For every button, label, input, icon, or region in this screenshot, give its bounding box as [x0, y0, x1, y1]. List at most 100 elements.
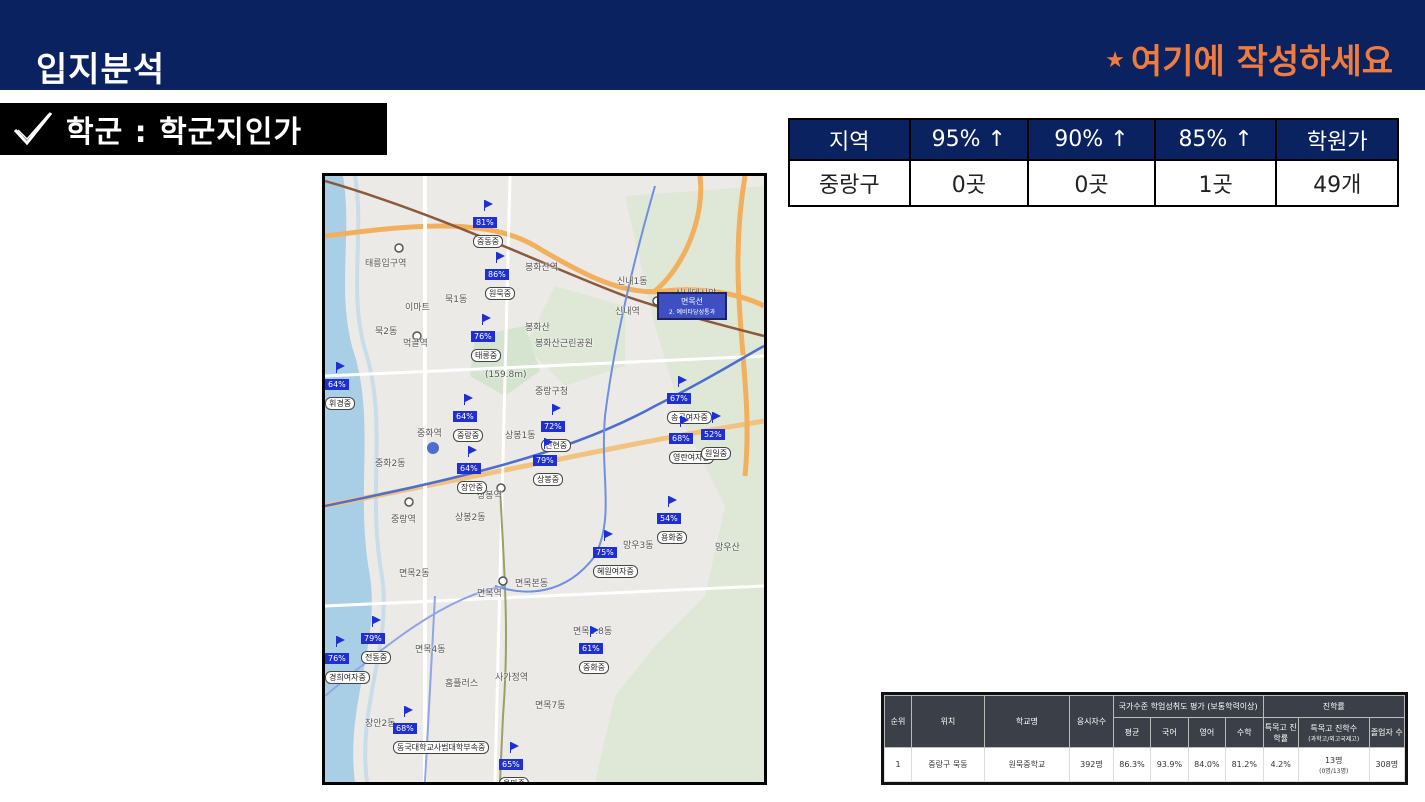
- summary-data-row: 중랑구 0곳 0곳 1곳 49개: [788, 159, 1399, 207]
- detail-cell: 4.2%: [1262, 747, 1299, 782]
- slide: 입지분석 ★ 여기에 작성하세요 학군 : 학군지인가 지역 95% ↑ 90% …: [0, 0, 1425, 802]
- school-badge-percent: 76%: [471, 331, 495, 342]
- school-badge[interactable]: 61% 중화중: [579, 626, 610, 674]
- detail-cell-text: 13명: [1324, 755, 1343, 765]
- school-badge-percent: 61%: [579, 643, 603, 654]
- school-badge-name: 휘경중: [325, 397, 356, 410]
- flag-icon: [469, 446, 477, 454]
- callout-line-name: 면목선: [680, 297, 704, 306]
- school-badge-percent: 75%: [593, 547, 617, 558]
- school-badge[interactable]: 86% 원묵중: [485, 252, 516, 300]
- detail-header-cell: 특목고 진학률: [1262, 717, 1299, 748]
- flag-icon: [337, 636, 345, 644]
- school-badge[interactable]: 64% 장안중: [457, 446, 488, 494]
- flag-icon: [485, 200, 493, 208]
- write-here-text: 여기에 작성하세요: [1130, 42, 1393, 82]
- map-place-label: 먹골역: [403, 339, 428, 349]
- summary-cell: 중랑구: [788, 159, 911, 207]
- school-badge[interactable]: 68% 동국대학교사범대학부속중: [393, 706, 490, 754]
- school-badge[interactable]: 52% 원일중: [701, 412, 732, 460]
- detail-cell: 93.9%: [1150, 747, 1189, 782]
- detail-header-cell: 특목고 진학수 (과학고/외고국제고): [1297, 717, 1370, 748]
- detail-header-cell: 국가수준 학업성취도 평가 (보통학력이상): [1112, 695, 1264, 718]
- school-badge-percent: 68%: [669, 433, 693, 444]
- school-badge[interactable]: 75% 혜원여자중: [593, 530, 638, 578]
- school-badge[interactable]: 79% 상봉중: [533, 438, 564, 486]
- school-badge-percent: 52%: [701, 429, 725, 440]
- school-badge-percent: 79%: [533, 455, 557, 466]
- school-badge[interactable]: 76% 경희여자중: [325, 636, 370, 684]
- map-place-label: 묵2동: [375, 327, 398, 337]
- school-badge-name: 상봉중: [533, 473, 564, 486]
- flag-icon: [679, 376, 687, 384]
- school-badge-name: 원묵중: [485, 287, 516, 300]
- detail-header-cell: 영어: [1187, 717, 1227, 748]
- school-badge-percent: 86%: [485, 269, 509, 280]
- detail-cell: 86.3%: [1112, 747, 1152, 782]
- map-place-label: 중랑역: [391, 515, 416, 525]
- summary-header-cell: 85% ↑: [1153, 118, 1278, 161]
- detail-header-cell: 응시자수: [1069, 695, 1114, 748]
- table-row: 1 중랑구 묵동 원묵중학교 392명 86.3% 93.9% 84.0% 81…: [883, 747, 1406, 782]
- detail-cell-subtext: (0명/13명): [1319, 767, 1349, 775]
- detail-header-cell: 수학: [1225, 717, 1264, 748]
- map-place-label: 봉화산근린공원: [535, 339, 593, 349]
- school-badge-percent: 67%: [667, 393, 691, 404]
- map-place-label: 중랑구청: [535, 387, 569, 397]
- flag-icon: [405, 706, 413, 714]
- school-badge[interactable]: 67% 송곡여자중: [667, 376, 712, 424]
- school-badge-name: 중랑중: [453, 429, 484, 442]
- detail-cell: 원묵중학교: [983, 747, 1071, 782]
- school-badge-percent: 64%: [453, 411, 477, 422]
- school-badge[interactable]: 76% 태릉중: [471, 314, 502, 362]
- school-badge-percent: 68%: [393, 723, 417, 734]
- summary-cell: 49개: [1275, 159, 1399, 207]
- school-badge-percent: 54%: [657, 513, 681, 524]
- detail-header-text: 특목고 진학수: [1310, 723, 1358, 733]
- school-badge-percent: 65%: [499, 759, 523, 770]
- detail-cell: 84.0%: [1187, 747, 1227, 782]
- flag-icon: [545, 438, 553, 446]
- school-badge-name: 경희여자중: [325, 671, 370, 684]
- flag-icon: [511, 742, 519, 750]
- flag-icon: [605, 530, 613, 538]
- flag-icon: [483, 314, 491, 322]
- school-badge[interactable]: 54% 용화중: [657, 496, 688, 544]
- summary-header-cell: 지역: [788, 118, 911, 161]
- map-place-label: 신내1동: [617, 277, 648, 287]
- school-badge-name: 태릉중: [471, 349, 502, 362]
- detail-header-cell: 학교명: [983, 695, 1071, 748]
- map-place-label: 중화역: [417, 429, 442, 439]
- flag-icon: [713, 412, 721, 420]
- school-district-map[interactable]: 태릉입구역 묵1동 묵2동 먹골역 중화역 중화2동 상봉역 상봉1동 상봉2동 중랑역 면목2동 면…: [322, 173, 767, 785]
- school-badge[interactable]: 81% 중동중: [473, 200, 504, 248]
- detail-cell: 81.2%: [1225, 747, 1264, 782]
- school-badge[interactable]: 65% 용마중: [499, 742, 530, 782]
- detail-cell: 308명: [1368, 747, 1406, 782]
- map-place-label: 면목2동: [399, 569, 430, 579]
- detail-header-cell: 평균: [1112, 717, 1152, 748]
- map-place-label: 상봉2동: [455, 513, 486, 523]
- school-badge[interactable]: 64% 중랑중: [453, 394, 484, 442]
- summary-header-cell: 학원가: [1275, 118, 1399, 161]
- flag-icon: [669, 496, 677, 504]
- section-title: 학군 : 학군지인가: [66, 115, 303, 150]
- map-place-label: 면목4동: [415, 645, 446, 655]
- station-marker: [498, 576, 508, 586]
- school-badge[interactable]: 64% 휘경중: [325, 362, 356, 410]
- map-place-label: 홈플러스: [445, 679, 479, 689]
- school-badge-name: 원일중: [701, 447, 732, 460]
- map-place-label: 봉화산: [525, 323, 550, 333]
- check-icon: [13, 112, 53, 146]
- school-badge-name: 용마중: [499, 777, 530, 782]
- summary-header-cell: 90% ↑: [1027, 118, 1156, 161]
- detail-header-cell: 진학률: [1262, 695, 1406, 718]
- map-place-label: 묵1동: [445, 295, 468, 305]
- school-badge[interactable]: 72% 신현중: [541, 404, 572, 452]
- map-place-label: 상봉1동: [505, 431, 536, 441]
- flag-icon: [337, 362, 345, 370]
- map-place-label: 중화2동: [375, 459, 406, 469]
- detail-header-subtext: (과학고/외고국제고): [1308, 735, 1360, 743]
- detail-cell: 13명 (0명/13명): [1297, 747, 1370, 782]
- detail-header-cell: 위치: [911, 695, 985, 748]
